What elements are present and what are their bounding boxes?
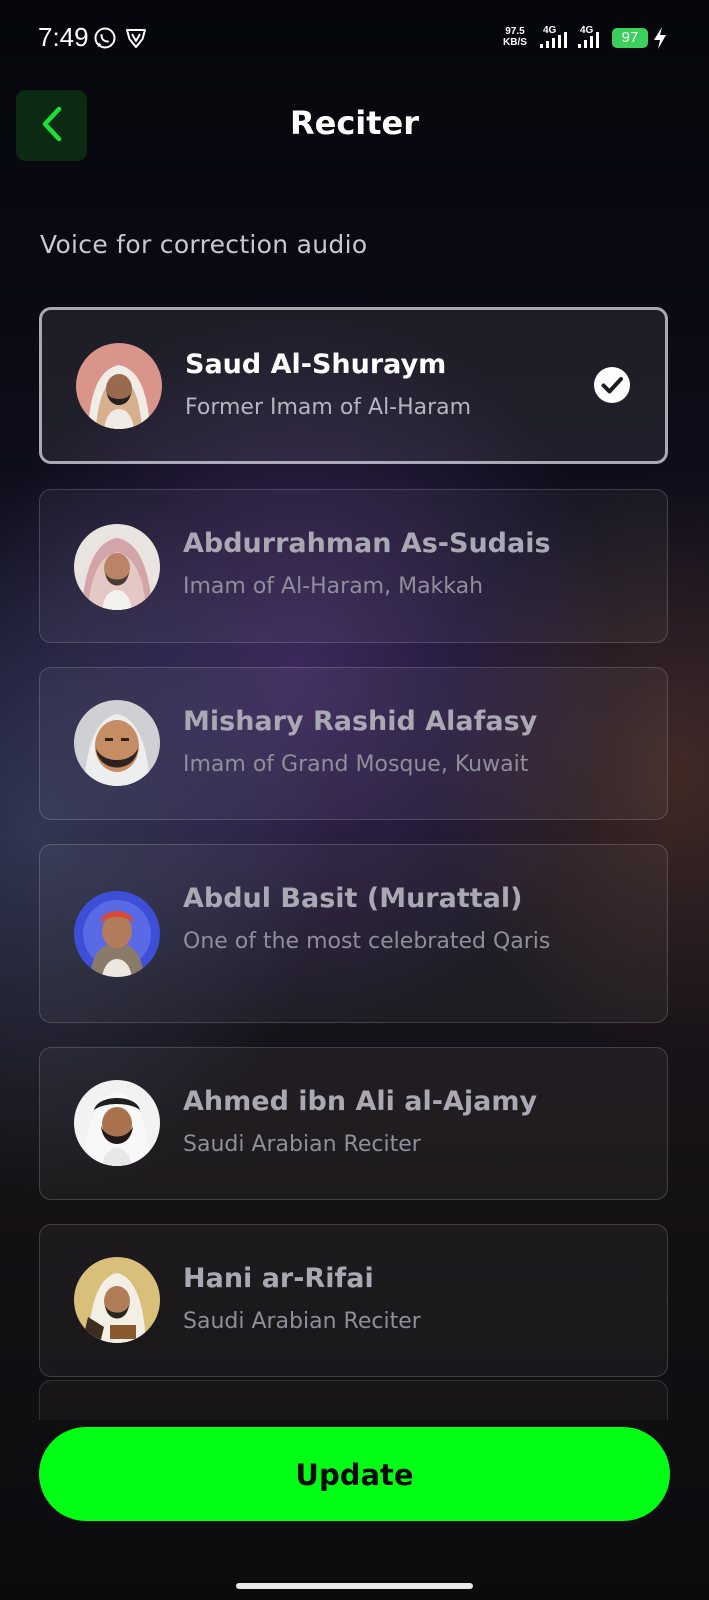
reciter-card-ahmed-ibn-ali-al-ajamy[interactable]: Ahmed ibn Ali al-Ajamy Saudi Arabian Rec… <box>39 1047 668 1200</box>
reciter-name: Hani ar-Rifai <box>183 1263 374 1294</box>
avatar <box>74 1257 160 1343</box>
reciter-description: Imam of Grand Mosque, Kuwait <box>183 752 529 777</box>
reciter-card-abdul-basit[interactable]: Abdul Basit (Murattal) One of the most c… <box>39 844 668 1023</box>
reciter-name: Mishary Rashid Alafasy <box>183 706 538 737</box>
avatar <box>74 891 160 977</box>
network-speed: 97.5 KB/S <box>503 26 527 48</box>
reciter-description: Saudi Arabian Reciter <box>183 1309 421 1334</box>
network-speed-value: 97.5 <box>505 26 525 37</box>
status-time: 7:49 <box>38 22 89 52</box>
battery-indicator: 97 <box>612 28 648 48</box>
reciter-name: Ahmed ibn Ali al-Ajamy <box>183 1086 538 1117</box>
page-title: Reciter <box>289 104 420 142</box>
reciter-description: One of the most celebrated Qaris <box>183 929 551 954</box>
reciter-description: Former Imam of Al-Haram <box>185 395 472 420</box>
update-button[interactable]: Update <box>39 1427 670 1521</box>
signal1-label: 4G <box>543 25 557 36</box>
status-bar: 7:49 97.5 KB/S 4G 4G 97 <box>0 0 709 78</box>
home-indicator <box>236 1583 473 1589</box>
reciter-description: Imam of Al-Haram, Makkah <box>183 574 484 599</box>
signal2-label: 4G <box>580 25 594 36</box>
check-circle-icon <box>593 366 631 404</box>
vpn-shield-icon <box>124 26 148 54</box>
avatar <box>76 343 162 429</box>
signal-4g-icon-1: 4G <box>538 24 570 54</box>
reciter-name: Saud Al-Shuraym <box>185 349 447 380</box>
reciter-card-abdurrahman-as-sudais[interactable]: Abdurrahman As-Sudais Imam of Al-Haram, … <box>39 489 668 643</box>
reciter-card-mishary-rashid-alafasy[interactable]: Mishary Rashid Alafasy Imam of Grand Mos… <box>39 667 668 820</box>
reciter-card-hani-ar-rifai[interactable]: Hani ar-Rifai Saudi Arabian Reciter <box>39 1224 668 1377</box>
reciter-description: Saudi Arabian Reciter <box>183 1132 421 1157</box>
avatar <box>74 524 160 610</box>
whatsapp-icon <box>93 26 117 54</box>
avatar <box>74 1080 160 1166</box>
section-subtitle: Voice for correction audio <box>40 230 368 259</box>
reciter-card-partial[interactable] <box>39 1380 668 1420</box>
signal-4g-icon-2: 4G <box>576 24 608 54</box>
avatar <box>74 700 160 786</box>
reciter-name: Abdul Basit (Murattal) <box>183 883 523 914</box>
charging-bolt-icon <box>652 26 668 54</box>
reciter-name: Abdurrahman As-Sudais <box>183 528 551 559</box>
network-speed-unit: KB/S <box>503 37 527 48</box>
reciter-card-saud-al-shuraym[interactable]: Saud Al-Shuraym Former Imam of Al-Haram <box>39 307 668 464</box>
